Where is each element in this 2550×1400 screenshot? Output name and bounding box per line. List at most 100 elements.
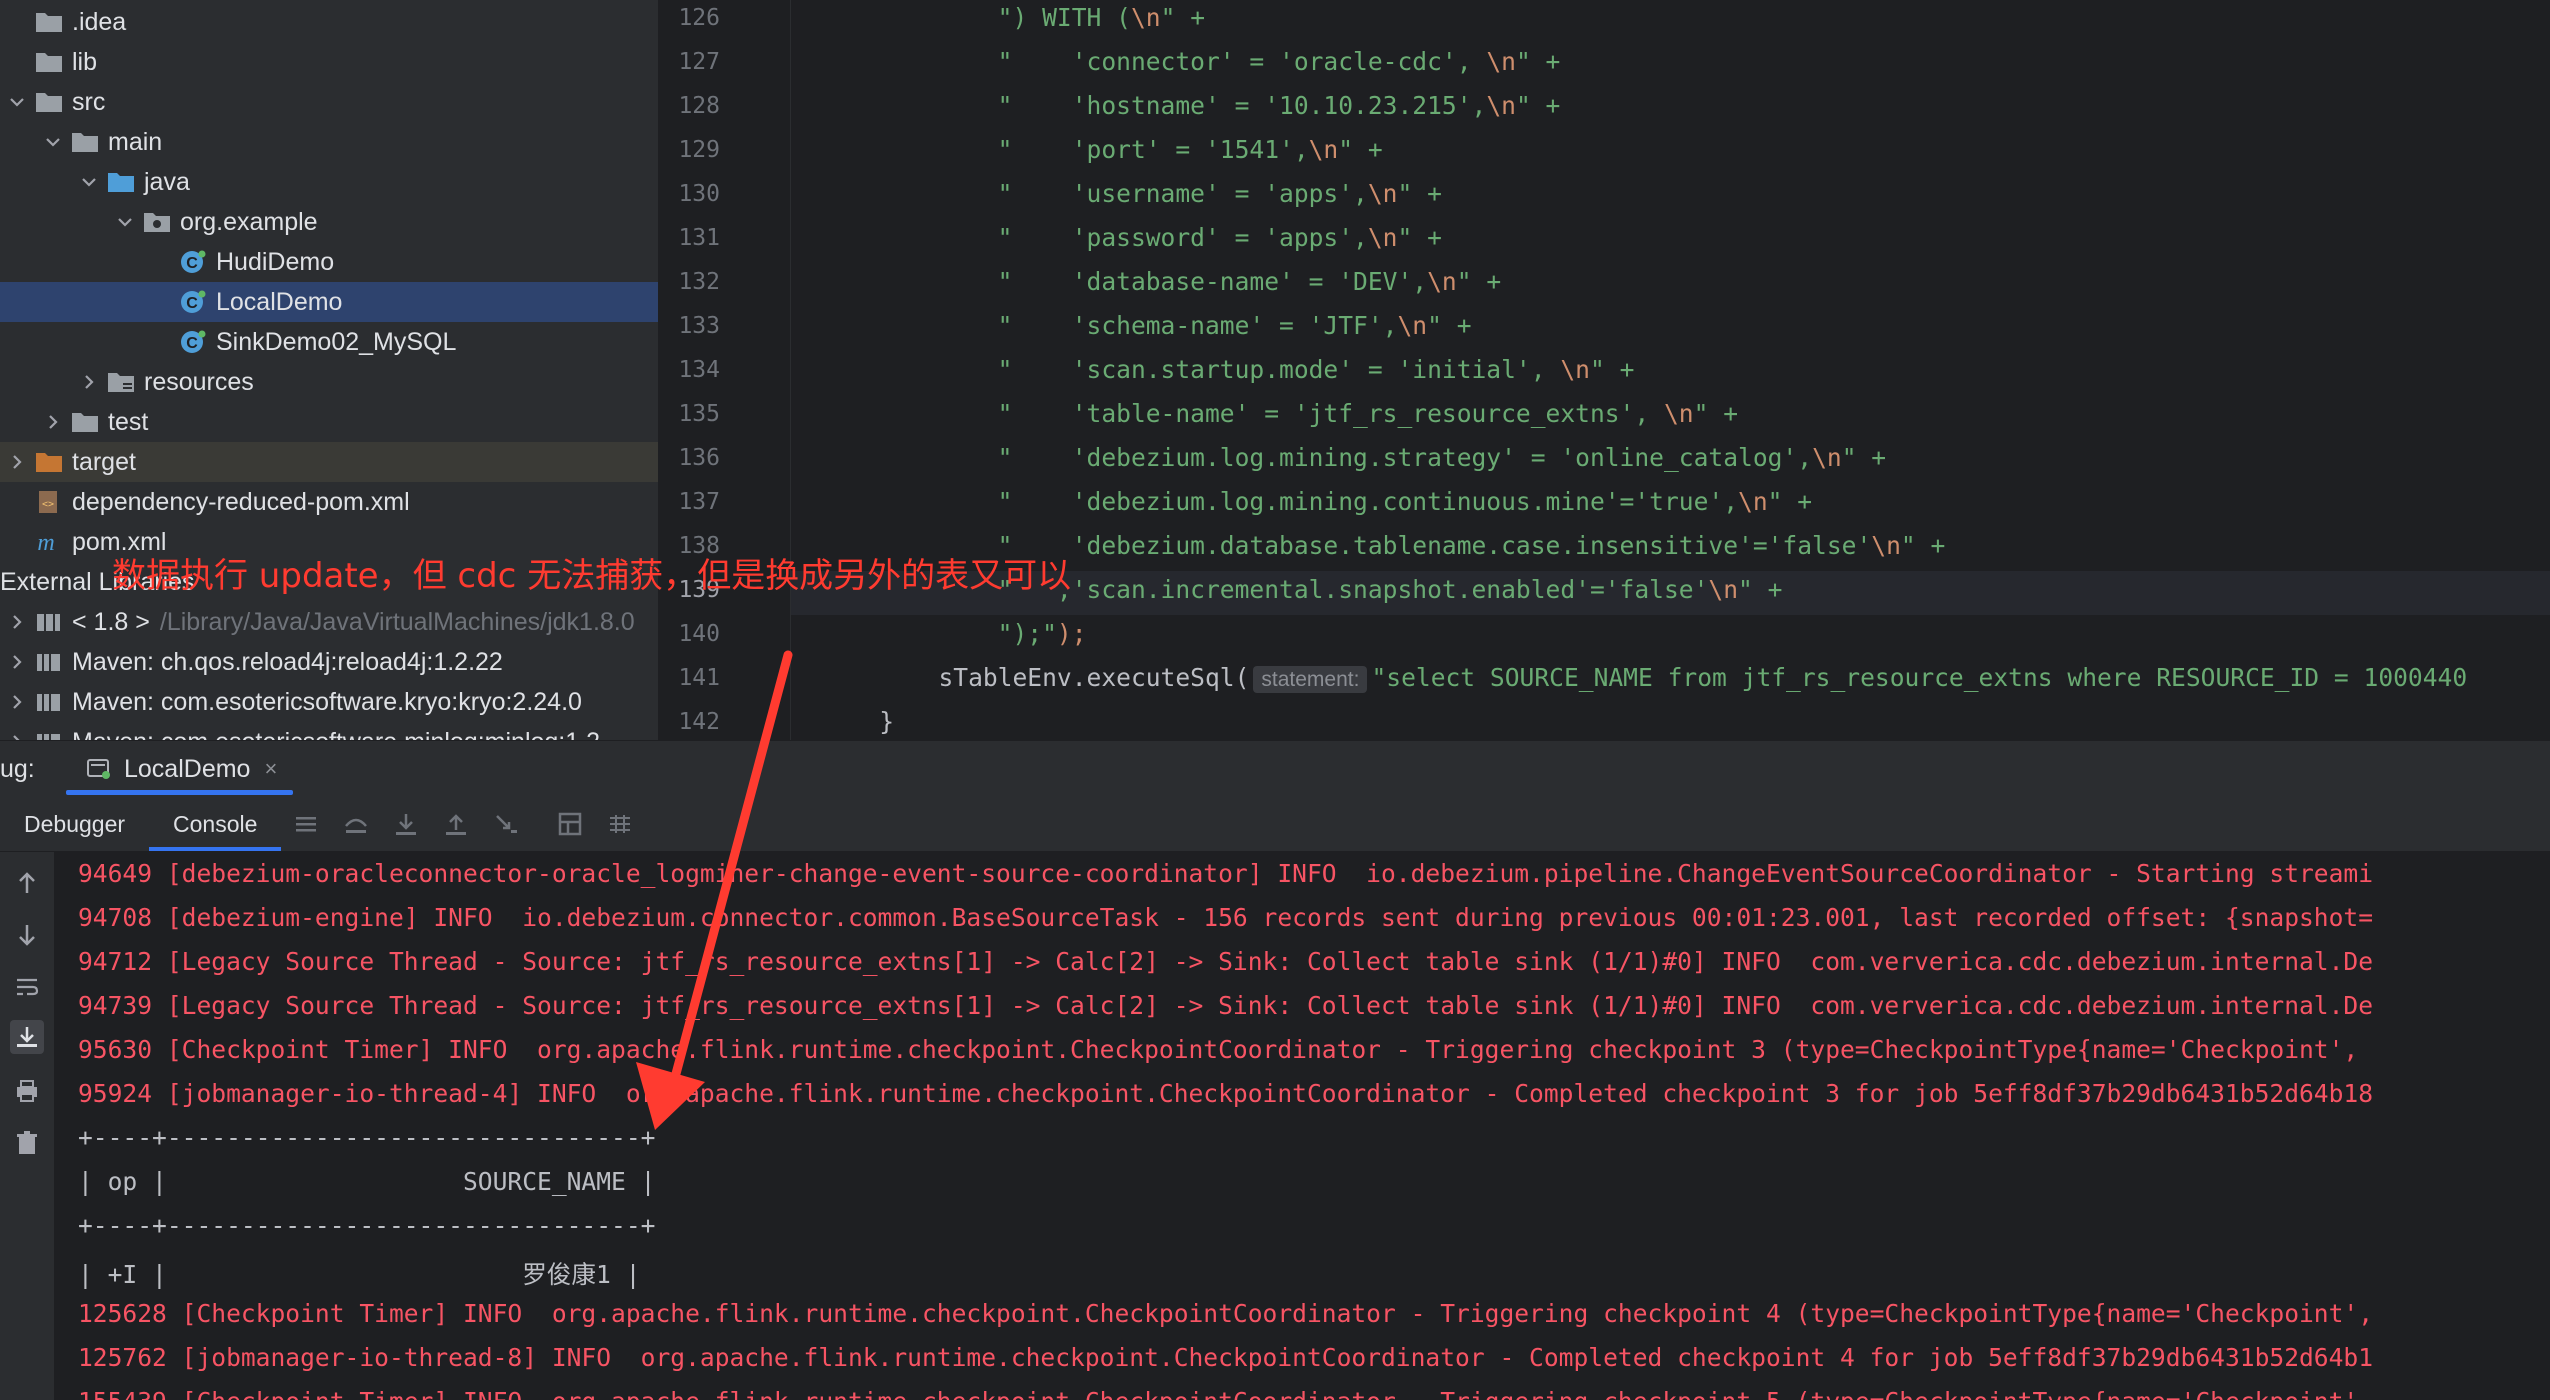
tree-item[interactable]: Maven: com.esotericsoftware.kryo:kryo:2.… bbox=[0, 682, 658, 722]
tree-item[interactable]: C HudiDemo bbox=[0, 242, 658, 282]
trash-icon[interactable] bbox=[10, 1126, 44, 1160]
tab-console[interactable]: Console bbox=[149, 797, 282, 851]
code-token: \n bbox=[1486, 91, 1516, 120]
folder-icon bbox=[34, 9, 64, 35]
chevron-right-icon[interactable] bbox=[4, 689, 30, 715]
tree-item[interactable]: src bbox=[0, 82, 658, 122]
tree-item-label: resources bbox=[144, 367, 254, 396]
chevron-right-icon[interactable] bbox=[4, 649, 30, 675]
debug-tool-window-header: ug: LocalDemo × bbox=[0, 740, 2550, 797]
code-token: ") WITH ( bbox=[820, 3, 1131, 32]
step-into-icon[interactable] bbox=[389, 807, 423, 841]
code-token: } bbox=[820, 707, 895, 736]
code-line[interactable]: " 'port' = '1541',\n" + bbox=[820, 135, 1383, 164]
menu-icon[interactable] bbox=[289, 807, 323, 841]
tree-item[interactable]: < 1.8 > /Library/Java/JavaVirtualMachines… bbox=[0, 602, 658, 642]
chevron-down-icon[interactable] bbox=[4, 89, 30, 115]
debug-session-label: LocalDemo bbox=[124, 754, 251, 783]
tree-item-label: < 1.8 > bbox=[72, 607, 150, 636]
soft-wrap-icon[interactable] bbox=[10, 970, 44, 1004]
java-class-icon: C bbox=[178, 329, 208, 355]
code-token: " 'connector' = 'oracle-cdc', bbox=[820, 47, 1487, 76]
log-line: 94708 [debezium-engine] INFO io.debezium… bbox=[78, 903, 2374, 932]
svg-text:C: C bbox=[186, 295, 198, 312]
down-arrow-icon[interactable] bbox=[10, 918, 44, 952]
chevron-right-icon[interactable] bbox=[4, 729, 30, 740]
code-token: " + bbox=[1589, 355, 1635, 384]
chevron-down-icon[interactable] bbox=[112, 209, 138, 235]
code-token: " + bbox=[1515, 47, 1561, 76]
scroll-to-end-icon[interactable] bbox=[10, 1020, 44, 1054]
code-token: " + bbox=[1160, 3, 1205, 32]
code-line[interactable]: ") WITH (\n" + bbox=[820, 3, 1205, 32]
tree-item[interactable]: .idea bbox=[0, 2, 658, 42]
step-over-icon[interactable] bbox=[339, 807, 373, 841]
up-arrow-icon[interactable] bbox=[10, 866, 44, 900]
print-icon[interactable] bbox=[10, 1074, 44, 1108]
run-to-cursor-icon[interactable] bbox=[489, 807, 523, 841]
code-token: " + bbox=[1515, 91, 1561, 120]
svg-text:C: C bbox=[186, 255, 198, 272]
tree-item[interactable]: C SinkDemo02_MySQL bbox=[0, 322, 658, 362]
tree-item[interactable]: java bbox=[0, 162, 658, 202]
tree-item[interactable]: org.example bbox=[0, 202, 658, 242]
evaluate-icon[interactable] bbox=[553, 807, 587, 841]
code-editor[interactable]: 126 127 128 129 130 131 132 133 134 135 136 137 138 1… bbox=[658, 0, 2550, 740]
code-token: " 'username' = 'apps', bbox=[820, 179, 1368, 208]
line-number: 137 bbox=[678, 489, 720, 515]
console-output[interactable]: 94649 [debezium-oracleconnector-oracle_l… bbox=[54, 852, 2550, 1400]
code-line[interactable]: ");"); bbox=[820, 619, 1087, 648]
tree-item[interactable]: Maven: ch.qos.reload4j:reload4j:1.2.22 bbox=[0, 642, 658, 682]
chevron-down-icon[interactable] bbox=[40, 129, 66, 155]
step-out-icon[interactable] bbox=[439, 807, 473, 841]
chevron-right-icon[interactable] bbox=[40, 409, 66, 435]
code-token: ");" bbox=[820, 619, 1057, 648]
line-number: 130 bbox=[678, 181, 720, 207]
code-line[interactable]: " 'password' = 'apps',\n" + bbox=[820, 223, 1442, 252]
code-line[interactable]: } bbox=[820, 707, 894, 736]
tree-item[interactable]: main bbox=[0, 122, 658, 162]
tree-item[interactable]: resources bbox=[0, 362, 658, 402]
result-table-row: | +I | 罗俊康1 | bbox=[78, 1260, 641, 1289]
code-line[interactable]: " 'debezium.log.mining.strategy' = 'onli… bbox=[820, 443, 1886, 472]
console-side-toolbar bbox=[0, 852, 54, 1400]
code-token: \n bbox=[1812, 443, 1842, 472]
tree-item[interactable]: lib bbox=[0, 42, 658, 82]
result-table-row: +----+--------------------------------+ bbox=[78, 1211, 656, 1240]
code-line[interactable]: " 'debezium.log.mining.continuous.mine'=… bbox=[820, 487, 1812, 516]
code-line[interactable]: " 'table-name' = 'jtf_rs_resource_extns'… bbox=[820, 399, 1738, 428]
tree-item[interactable]: target bbox=[0, 442, 658, 482]
chevron-right-icon[interactable] bbox=[4, 449, 30, 475]
folder-icon bbox=[34, 89, 64, 115]
code-line[interactable]: sTableEnv.executeSql(statement: "select S… bbox=[820, 663, 2467, 693]
tree-item[interactable]: Maven: com.esotericsoftware.minlog:minlo… bbox=[0, 722, 658, 740]
line-number: 141 bbox=[678, 665, 720, 691]
annotation-text: 数据执行 update，但 cdc 无法捕获，但是换成另外的表又可以 bbox=[112, 556, 1072, 596]
library-icon bbox=[34, 649, 64, 675]
chevron-right-icon[interactable] bbox=[76, 369, 102, 395]
tree-item[interactable]: test bbox=[0, 402, 658, 442]
code-line[interactable]: " 'scan.startup.mode' = 'initial', \n" + bbox=[820, 355, 1635, 384]
tree-item[interactable]: C LocalDemo bbox=[0, 282, 658, 322]
code-line[interactable]: " 'database-name' = 'DEV',\n" + bbox=[820, 267, 1501, 296]
close-icon[interactable]: × bbox=[264, 756, 277, 782]
java-class-icon: C bbox=[178, 249, 208, 275]
trace-icon[interactable] bbox=[603, 807, 637, 841]
chevron-right-icon[interactable] bbox=[4, 609, 30, 635]
tree-item-label: test bbox=[108, 407, 149, 436]
code-line[interactable]: " 'hostname' = '10.10.23.215',\n" + bbox=[820, 91, 1561, 120]
result-table-row: | op | SOURCE_NAME | bbox=[78, 1167, 656, 1196]
tab-debugger[interactable]: Debugger bbox=[0, 797, 149, 851]
package-icon bbox=[142, 209, 172, 235]
tree-item[interactable]: <> dependency-reduced-pom.xml bbox=[0, 482, 658, 522]
chevron-down-icon[interactable] bbox=[76, 169, 102, 195]
code-line[interactable]: " 'connector' = 'oracle-cdc', \n" + bbox=[820, 47, 1561, 76]
folder-icon bbox=[34, 49, 64, 75]
code-line[interactable]: " 'username' = 'apps',\n" + bbox=[820, 179, 1442, 208]
debug-session-tab[interactable]: LocalDemo × bbox=[66, 741, 294, 797]
debug-label: ug: bbox=[0, 754, 35, 783]
code-line[interactable]: " 'schema-name' = 'JTF',\n" + bbox=[820, 311, 1472, 340]
